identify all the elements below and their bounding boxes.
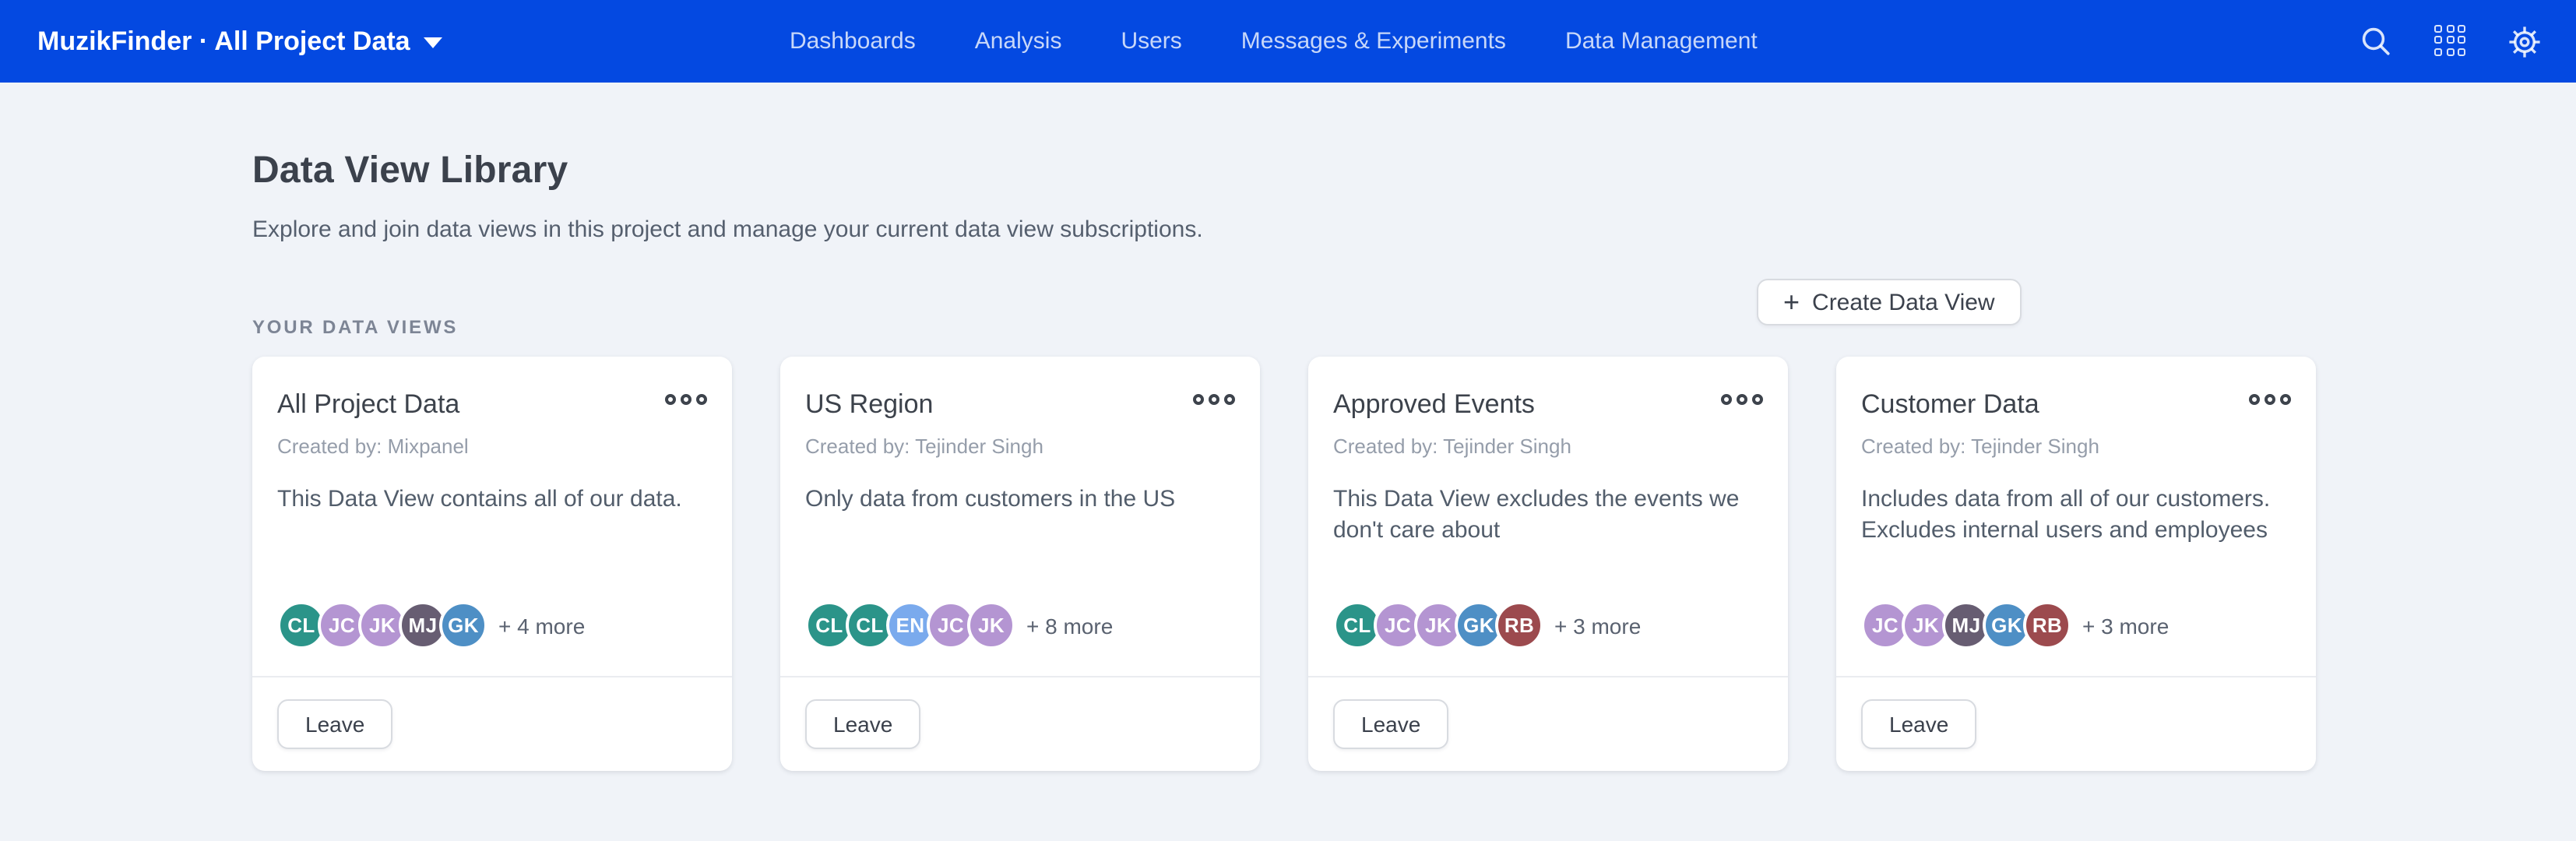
card-overflow-menu-icon[interactable] [1193, 394, 1235, 405]
top-navigation-bar: MuzikFinder · All Project Data Dashboard… [0, 0, 2576, 83]
more-members-count: + 3 more [2082, 613, 2169, 638]
leave-button[interactable]: Leave [1333, 699, 1448, 749]
page-subtitle: Explore and join data views in this proj… [252, 216, 2576, 243]
data-view-card-row: All Project Data Created by: Mixpanel Th… [252, 357, 2576, 771]
create-data-view-label: Create Data View [1812, 289, 1995, 315]
leave-button[interactable]: Leave [1861, 699, 1976, 749]
caret-down-icon [424, 37, 443, 48]
avatar: JK [967, 601, 1015, 649]
card-description: This Data View excludes the events we do… [1333, 484, 1763, 546]
project-switcher[interactable]: MuzikFinder · All Project Data [37, 26, 443, 57]
card-overflow-menu-icon[interactable] [1721, 394, 1763, 405]
card-description: Includes data from all of our customers.… [1861, 484, 2291, 546]
leave-button[interactable]: Leave [277, 699, 392, 749]
page-root: MuzikFinder · All Project Data Dashboard… [0, 0, 2576, 841]
card-description: This Data View contains all of our data. [277, 484, 707, 516]
primary-nav: Dashboards Analysis Users Messages & Exp… [790, 0, 1758, 83]
data-view-card-customer-data: Customer Data Created by: Tejinder Singh… [1836, 357, 2316, 771]
leave-button[interactable]: Leave [805, 699, 920, 749]
card-description: Only data from customers in the US [805, 484, 1235, 516]
more-members-count: + 8 more [1026, 613, 1113, 638]
card-member-avatars: CL JC JK GK RB + 3 more [1333, 601, 1763, 649]
main-content: Data View Library Explore and join data … [0, 150, 2576, 771]
card-title: Customer Data [1861, 389, 2291, 420]
card-overflow-menu-icon[interactable] [665, 394, 707, 405]
card-created-by: Created by: Tejinder Singh [805, 435, 1235, 458]
card-title: US Region [805, 389, 1235, 420]
nav-item-messages-experiments[interactable]: Messages & Experiments [1241, 28, 1506, 55]
topbar-icons [2358, 24, 2542, 58]
card-member-avatars: CL CL EN JC JK + 8 more [805, 601, 1235, 649]
section-label-your-data-views: YOUR DATA VIEWS [252, 316, 2576, 338]
card-overflow-menu-icon[interactable] [2249, 394, 2291, 405]
data-view-card-us-region: US Region Created by: Tejinder Singh Onl… [780, 357, 1260, 771]
avatar: RB [1495, 601, 1543, 649]
card-created-by: Created by: Tejinder Singh [1861, 435, 2291, 458]
project-switcher-label: MuzikFinder · All Project Data [37, 26, 410, 57]
card-created-by: Created by: Tejinder Singh [1333, 435, 1763, 458]
card-title: Approved Events [1333, 389, 1763, 420]
settings-gear-icon[interactable] [2507, 24, 2542, 58]
avatar: RB [2023, 601, 2071, 649]
search-icon[interactable] [2358, 24, 2392, 58]
nav-item-analysis[interactable]: Analysis [975, 28, 1062, 55]
more-members-count: + 4 more [498, 613, 585, 638]
data-view-card-approved-events: Approved Events Created by: Tejinder Sin… [1308, 357, 1788, 771]
card-member-avatars: JC JK MJ GK RB + 3 more [1861, 601, 2291, 649]
apps-grid-icon[interactable] [2433, 24, 2467, 58]
nav-item-data-management[interactable]: Data Management [1565, 28, 1758, 55]
nav-item-users[interactable]: Users [1121, 28, 1181, 55]
avatar: GK [439, 601, 487, 649]
data-view-card-all-project-data: All Project Data Created by: Mixpanel Th… [252, 357, 732, 771]
page-title: Data View Library [252, 150, 2576, 193]
card-created-by: Created by: Mixpanel [277, 435, 707, 458]
card-title: All Project Data [277, 389, 707, 420]
more-members-count: + 3 more [1554, 613, 1641, 638]
nav-item-dashboards[interactable]: Dashboards [790, 28, 916, 55]
card-member-avatars: CL JC JK MJ GK + 4 more [277, 601, 707, 649]
plus-icon: + [1783, 287, 1800, 315]
create-data-view-button[interactable]: + Create Data View [1757, 279, 2022, 325]
